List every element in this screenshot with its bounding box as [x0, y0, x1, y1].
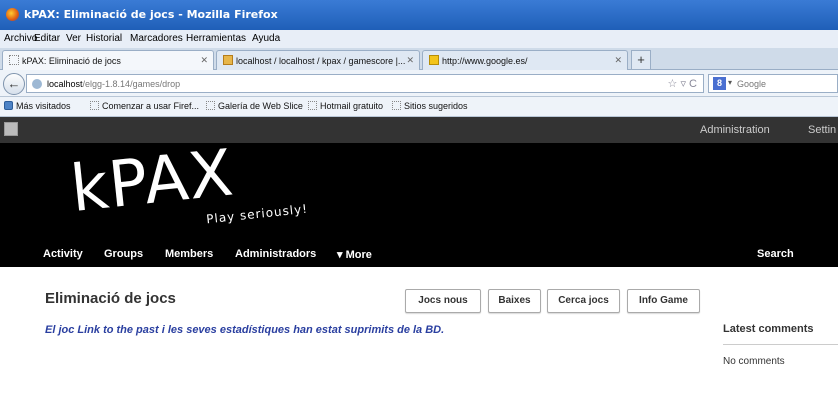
search-games-button[interactable]: Cerca jocs: [547, 289, 620, 313]
divider: [723, 344, 838, 345]
nav-more[interactable]: ▾ More: [337, 248, 372, 261]
tab-bar: kPAX: Eliminació de jocs ✕ localhost / l…: [0, 48, 838, 70]
bookmark-label: Más visitados: [16, 101, 71, 111]
nav-activity[interactable]: Activity: [43, 248, 83, 260]
settings-link[interactable]: Settin: [808, 124, 836, 136]
url-host: localhost: [47, 79, 83, 89]
bookmark-getting-started[interactable]: Comenzar a usar Firef...: [90, 101, 199, 111]
database-icon: [223, 55, 233, 65]
url-path: /elgg-1.8.14/games/drop: [82, 79, 181, 89]
tab-kpax[interactable]: kPAX: Eliminació de jocs ✕: [2, 50, 214, 70]
search-bar[interactable]: 8 ▾ Google: [708, 74, 838, 93]
window-titlebar: kPAX: Eliminació de jocs - Mozilla Firef…: [0, 0, 838, 30]
menu-marcadores[interactable]: Marcadores: [130, 33, 183, 44]
avatar[interactable]: [4, 122, 18, 136]
tab-google[interactable]: http://www.google.es/ ✕: [422, 50, 628, 70]
info-game-button[interactable]: Info Game: [627, 289, 700, 313]
bookmarks-bar: Más visitados Comenzar a usar Firef... G…: [0, 97, 838, 117]
navigation-bar: ← localhost/elgg-1.8.14/games/drop ☆ ▿ C…: [0, 70, 838, 97]
back-button[interactable]: ←: [3, 73, 25, 95]
bookmark-suggested[interactable]: Sitios sugeridos: [392, 101, 468, 111]
bookmark-label: Comenzar a usar Firef...: [102, 101, 200, 111]
bookmark-label: Galería de Web Slice: [218, 101, 303, 111]
warning-icon: [429, 55, 439, 65]
bookmark-label: Hotmail gratuito: [320, 101, 384, 111]
new-tab-button[interactable]: +: [631, 50, 651, 70]
removals-button[interactable]: Baixes: [488, 289, 541, 313]
chevron-down-icon[interactable]: ▾: [728, 78, 732, 87]
bookmark-hotmail[interactable]: Hotmail gratuito: [308, 101, 383, 111]
menu-historial[interactable]: Historial: [86, 33, 122, 44]
nav-groups[interactable]: Groups: [104, 248, 143, 260]
site-header: kPAX Play seriously! Activity Groups Mem…: [0, 136, 838, 267]
menu-editar[interactable]: Editar: [34, 33, 60, 44]
status-message: El joc Link to the past i les seves esta…: [45, 324, 445, 336]
page-title: Eliminació de jocs: [45, 290, 176, 307]
page-icon: [206, 101, 215, 110]
window-title: kPAX: Eliminació de jocs - Mozilla Firef…: [24, 8, 278, 21]
menu-bar: Archivo Editar Ver Historial Marcadores …: [0, 30, 838, 48]
menu-ver[interactable]: Ver: [66, 33, 81, 44]
tab-label: kPAX: Eliminació de jocs: [22, 56, 121, 66]
nav-members[interactable]: Members: [165, 248, 213, 260]
bookmark-most-visited[interactable]: Más visitados: [4, 101, 71, 111]
page-icon: [9, 55, 19, 65]
page-icon: [308, 101, 317, 110]
menu-archivo[interactable]: Archivo: [4, 33, 37, 44]
main-nav: Activity Groups Members Administradors ▾…: [0, 246, 838, 266]
menu-herramientas[interactable]: Herramientas: [186, 33, 246, 44]
bookmark-web-slice[interactable]: Galería de Web Slice: [206, 101, 303, 111]
page-content: Eliminació de jocs Jocs nous Baixes Cerc…: [0, 267, 838, 408]
tab-label: localhost / localhost / kpax / gamescore…: [236, 56, 406, 66]
page-icon: [392, 101, 401, 110]
latest-comments-title: Latest comments: [723, 323, 814, 335]
globe-icon: [32, 79, 42, 89]
tab-label: http://www.google.es/: [442, 56, 528, 66]
menu-ayuda[interactable]: Ayuda: [252, 33, 280, 44]
nav-search[interactable]: Search: [757, 248, 794, 260]
tab-phpmyadmin[interactable]: localhost / localhost / kpax / gamescore…: [216, 50, 420, 70]
administration-link[interactable]: Administration: [700, 124, 770, 136]
address-bar[interactable]: localhost/elgg-1.8.14/games/drop ☆ ▿ C: [26, 74, 704, 93]
elgg-topbar: Administration Settin: [0, 117, 838, 143]
google-engine-icon[interactable]: 8: [713, 77, 726, 90]
new-games-button[interactable]: Jocs nous: [405, 289, 481, 313]
close-tab-icon[interactable]: ✕: [614, 55, 622, 66]
firefox-icon: [6, 8, 19, 21]
no-comments-text: No comments: [723, 356, 785, 367]
close-tab-icon[interactable]: ✕: [406, 55, 414, 66]
most-visited-icon: [4, 101, 13, 110]
bookmark-label: Sitios sugeridos: [404, 101, 468, 111]
page-icon: [90, 101, 99, 110]
search-placeholder: Google: [737, 79, 767, 89]
bookmark-star-icon[interactable]: ☆ ▿ C: [668, 77, 697, 90]
close-tab-icon[interactable]: ✕: [200, 55, 208, 66]
nav-administradors[interactable]: Administradors: [235, 248, 316, 260]
